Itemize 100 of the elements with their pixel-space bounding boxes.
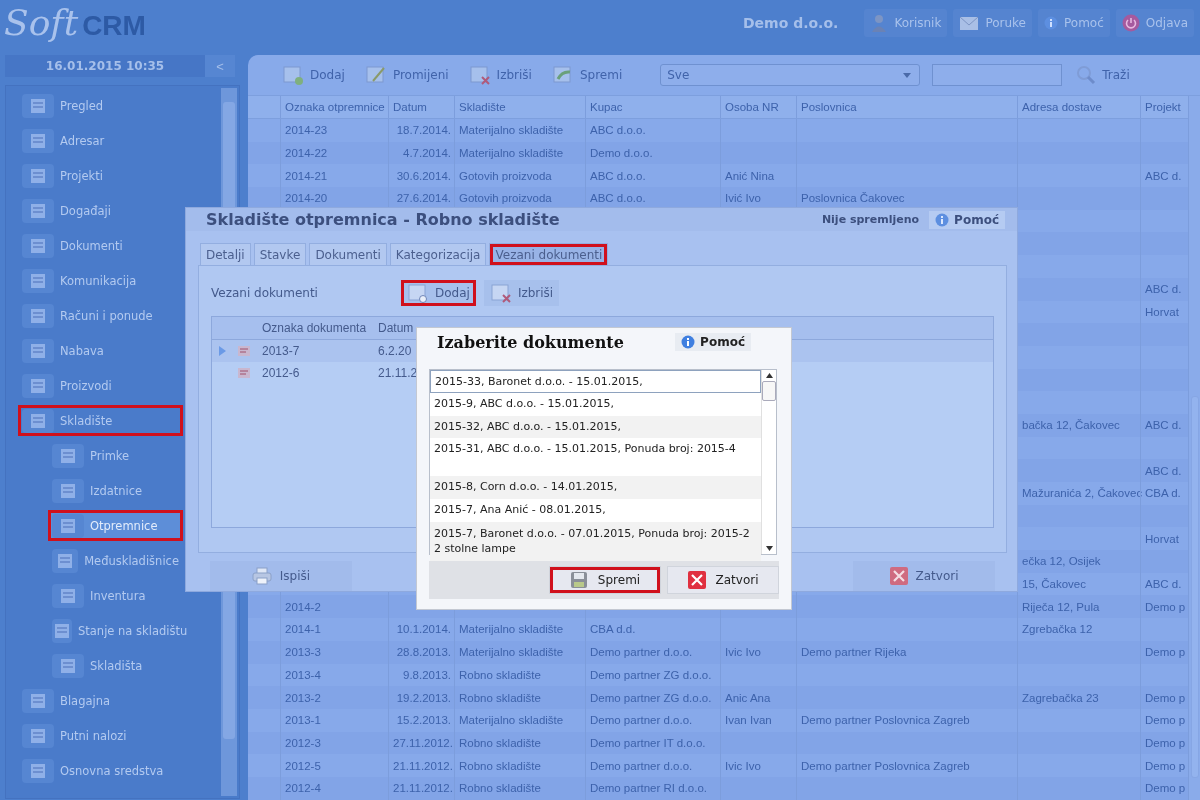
table-cell: Demo partner ZG d.o.o.	[590, 691, 712, 704]
document-icon	[52, 621, 72, 640]
tab[interactable]: Vezani dokumenti	[489, 243, 609, 265]
print-button[interactable]: Ispiši	[210, 561, 352, 591]
help-button[interactable]: Pomoć	[929, 210, 1005, 229]
menu-item[interactable]: Međuskladišnice	[48, 545, 183, 576]
list-item[interactable]: 2015-9, ABC d.o.o. - 15.01.2015,	[430, 392, 761, 416]
header-button[interactable]: Korisnik	[864, 8, 948, 37]
collapse-button[interactable]: <	[205, 55, 235, 77]
menu-item[interactable]: Proizvodi	[18, 370, 183, 401]
close-button[interactable]: Zatvori	[853, 561, 995, 591]
table-cell: Demo partner Rijeka	[801, 646, 907, 659]
menu-item[interactable]: Putni nalozi	[18, 720, 183, 751]
table-cell: 2012-6	[262, 366, 300, 380]
document-icon	[58, 656, 78, 675]
menu-item[interactable]: Blagajna	[18, 685, 183, 716]
column-header[interactable]: Datum	[378, 321, 414, 335]
tab[interactable]: Dokumenti	[309, 243, 387, 265]
menu-item[interactable]: Komunikacija	[18, 265, 183, 296]
table-cell: Gotovih proizvoda	[459, 169, 552, 182]
table-cell: ABC d.o.o.	[590, 124, 646, 137]
table-cell: Demo p	[1145, 714, 1186, 727]
tab[interactable]: Kategorizacija	[389, 243, 487, 265]
delete-icon	[468, 65, 491, 85]
info-icon	[681, 335, 696, 349]
list-item[interactable]: 2015-7, Baronet d.o.o. - 07.01.2015, Ponuda broj: 2015-2 2 stolne lampe	[430, 522, 761, 562]
table-cell: 10.1.2014.	[396, 623, 451, 636]
column-header[interactable]: Oznaka otpremnice	[285, 101, 385, 113]
column-header[interactable]: Adresa dostave	[1022, 101, 1102, 113]
help-button[interactable]: Pomoć	[675, 333, 751, 351]
close-icon	[889, 567, 908, 585]
menu-item[interactable]: Nabava	[18, 335, 183, 366]
menu-item[interactable]: Skladište	[18, 405, 183, 436]
menu-item[interactable]: Inventura	[48, 580, 183, 611]
logout-button[interactable]: Odjava	[1115, 8, 1194, 37]
table-cell: 2014-21	[285, 169, 328, 182]
tab[interactable]: Stavke	[253, 243, 307, 265]
add-button[interactable]: Dodaj	[401, 280, 476, 306]
document-icon	[28, 131, 48, 150]
list-item[interactable]: 2015-7, Ana Anić - 08.01.2015,	[430, 499, 761, 522]
save-button[interactable]: Spremi	[549, 566, 661, 594]
list-item[interactable]: 2015-8, Corn d.o.o. - 14.01.2015,	[430, 476, 761, 500]
menu-item[interactable]: Događaji	[18, 195, 183, 226]
close-button[interactable]: Zatvori	[667, 566, 779, 594]
menu-item[interactable]: Dokumenti	[18, 230, 183, 261]
table-cell: Demo partner d.o.o.	[590, 759, 693, 772]
table-cell: 2013-2	[285, 691, 321, 704]
table-cell: ABC d.o.o.	[590, 192, 646, 205]
scroll-up-icon[interactable]	[765, 373, 773, 378]
search-field[interactable]	[932, 64, 1063, 86]
table-cell: Demo p	[1145, 759, 1186, 772]
close-icon	[687, 571, 706, 589]
table-cell: bačka 12, Čakovec	[1022, 419, 1120, 432]
table-cell: 28.8.2013.	[396, 646, 451, 659]
table-cell: Zgrebačka 12	[1022, 623, 1093, 636]
delete-icon	[489, 283, 512, 303]
menu-item[interactable]: Skladišta	[48, 650, 183, 681]
header-button[interactable]: Pomoć	[1038, 8, 1110, 37]
column-header[interactable]: Poslovnica	[801, 101, 857, 113]
list-item[interactable]: 2015-31, ABC d.o.o. - 15.01.2015, Ponuda broj: 2015-4	[430, 438, 761, 477]
menu-item[interactable]: Osnovna sredstva	[18, 755, 183, 786]
menu-item[interactable]: Otpremnice	[48, 510, 183, 541]
list-item[interactable]: 2015-32, ABC d.o.o. - 15.01.2015,	[430, 415, 761, 439]
table-cell: Demo partner IT d.o.o.	[590, 736, 706, 749]
section-label: Vezani dokumenti	[211, 286, 319, 300]
delete-button[interactable]: Izbriši	[483, 280, 560, 306]
menu-item[interactable]: Projekti	[18, 160, 183, 191]
power-icon	[1121, 13, 1140, 32]
column-header[interactable]: Oznaka dokumenta	[262, 321, 367, 335]
filter-dropdown[interactable]: Sve	[660, 64, 921, 86]
date-time: 16.01.2015 10:35	[5, 55, 205, 77]
logo-wordmark: Soft	[4, 2, 79, 43]
table-cell: Materijalno skladište	[459, 124, 564, 137]
table-cell: Demo partner ZG d.o.o.	[590, 668, 712, 681]
scroll-thumb[interactable]	[762, 381, 776, 401]
menu-item[interactable]: Računi i ponude	[18, 300, 183, 331]
table-cell: ABC d.	[1145, 283, 1182, 296]
column-header[interactable]: Osoba NR	[725, 101, 779, 113]
header-button[interactable]: Poruke	[953, 8, 1032, 37]
document-icon	[58, 446, 78, 465]
table-cell: Demo partner Poslovnica Zagreb	[801, 759, 970, 772]
menu-item[interactable]: Izdatnice	[48, 475, 183, 506]
column-header[interactable]: Kupac	[590, 101, 623, 113]
column-header[interactable]: Skladište	[459, 101, 506, 113]
menu-item[interactable]: Adresar	[18, 125, 183, 156]
table-cell: 2012-5	[285, 759, 321, 772]
envelope-icon	[959, 14, 980, 31]
table-cell: Materijalno skladište	[459, 147, 564, 160]
list-item[interactable]: 2015-33, Baronet d.o.o. - 15.01.2015,	[430, 370, 761, 393]
table-cell: 2012-4	[285, 782, 321, 795]
table-cell: Robno skladište	[459, 759, 541, 772]
column-header[interactable]: Datum	[393, 101, 427, 113]
table-cell: 21.11.2012.	[393, 759, 453, 772]
tab[interactable]: Detalji	[200, 243, 251, 265]
menu-item[interactable]: Pregled	[18, 90, 183, 121]
table-cell: Demo p	[1145, 691, 1186, 704]
info-icon	[1044, 15, 1058, 30]
document-icon	[28, 691, 48, 710]
column-header[interactable]: Projekt	[1145, 101, 1181, 113]
menu-item[interactable]: Primke	[48, 440, 183, 471]
